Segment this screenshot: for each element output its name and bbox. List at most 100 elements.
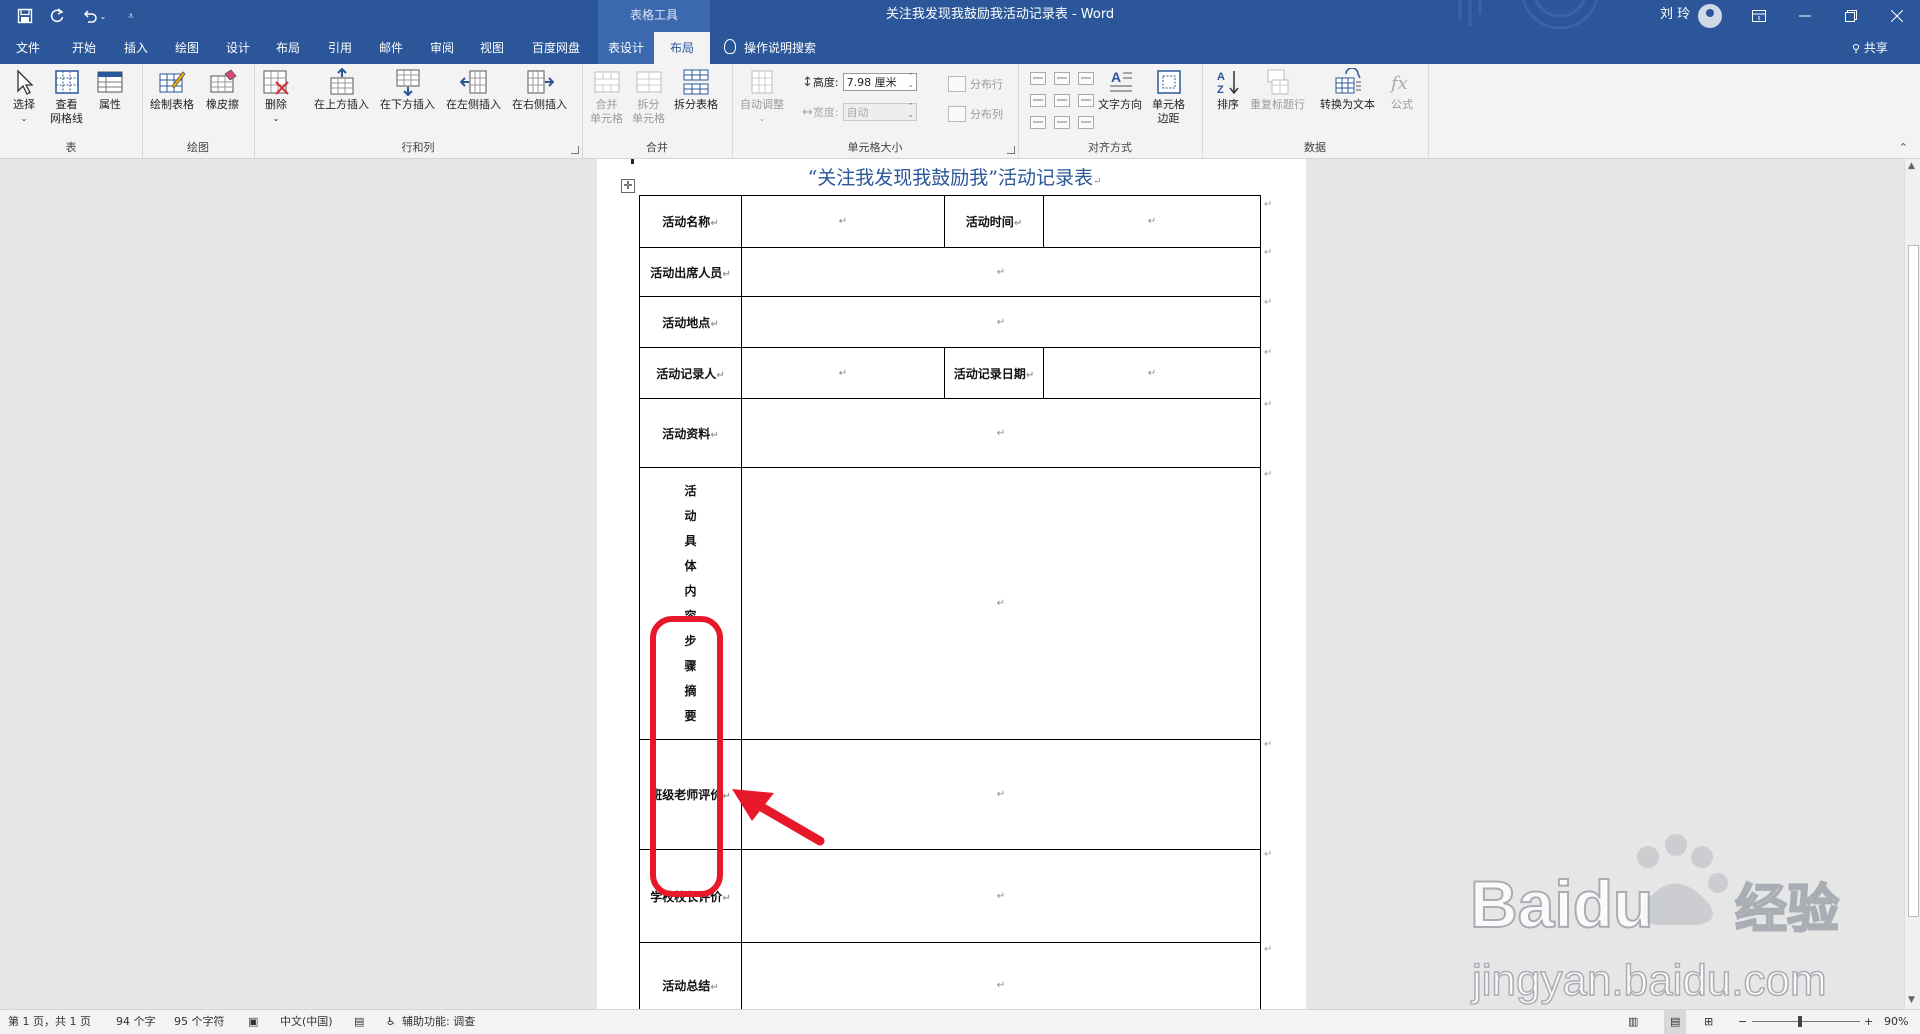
tab-insert[interactable]: 插入 [116, 32, 156, 64]
page-count[interactable]: 第 1 页，共 1 页 [8, 1010, 91, 1034]
restore-icon[interactable] [1828, 0, 1874, 32]
table-cell-label[interactable]: 活动记录人↵ [639, 347, 742, 399]
table-cell-value[interactable]: ↵ [741, 195, 945, 248]
rows-columns-dialog-launcher[interactable] [571, 146, 579, 154]
char-count[interactable]: 95 个字符 [174, 1010, 225, 1034]
table-cell-label[interactable]: 活动名称↵ [639, 195, 742, 248]
align-bottom-center-icon[interactable] [1054, 116, 1070, 129]
macro-icon[interactable]: ▤ [354, 1010, 364, 1034]
scroll-up-icon[interactable]: ▲ [1908, 161, 1915, 171]
eraser-button[interactable]: 橡皮擦 [206, 68, 239, 112]
delete-button[interactable]: 删除 ⌄ [262, 68, 290, 126]
insert-left-button[interactable]: 在左侧插入 [446, 68, 501, 112]
close-icon[interactable] [1874, 0, 1920, 32]
tab-table-design[interactable]: 表设计 [598, 32, 654, 64]
user-name[interactable]: 刘 玲 [1660, 0, 1690, 30]
zoom-slider-thumb[interactable] [1798, 1016, 1802, 1027]
print-layout-icon[interactable]: ▤ [1664, 1010, 1687, 1034]
customize-qat-icon[interactable]: ⩡ [120, 5, 142, 27]
tab-home[interactable]: 开始 [64, 32, 104, 64]
tab-baidu-netdisk[interactable]: 百度网盘 [524, 32, 588, 64]
align-bottom-right-icon[interactable] [1078, 116, 1094, 129]
table-cell-value[interactable]: ↵ [741, 347, 945, 399]
table-cell-value[interactable]: ↵ [741, 467, 1261, 740]
align-center-icon[interactable] [1054, 94, 1070, 107]
save-icon[interactable] [14, 5, 36, 27]
tell-me-search[interactable]: 操作说明搜索 [724, 32, 816, 64]
vertical-scrollbar[interactable]: ▲ ▼ [1904, 159, 1920, 1009]
tab-references[interactable]: 引用 [320, 32, 360, 64]
insert-below-button[interactable]: 在下方插入 [380, 68, 435, 112]
tab-file[interactable]: 文件 [8, 32, 48, 64]
merge-cells-button[interactable]: 合并 单元格 [590, 68, 623, 126]
table-cell-label[interactable]: 活动记录日期↵ [944, 347, 1044, 399]
undo-icon[interactable]: ⌄ [78, 5, 110, 27]
tab-mailings[interactable]: 邮件 [371, 32, 411, 64]
read-mode-icon[interactable]: ▥ [1628, 1010, 1638, 1034]
align-center-right-icon[interactable] [1078, 94, 1094, 107]
redo-icon[interactable] [46, 5, 68, 27]
insert-right-button[interactable]: 在右侧插入 [512, 68, 567, 112]
share-button[interactable]: ⚲ 共享 [1852, 32, 1888, 65]
document-heading[interactable]: “关注我发现我鼓励我”活动记录表↵ [600, 163, 1309, 190]
avatar[interactable] [1698, 4, 1722, 28]
split-table-button[interactable]: 拆分表格 [674, 68, 718, 112]
tab-design[interactable]: 设计 [218, 32, 258, 64]
tab-table-layout[interactable]: 布局 [654, 32, 710, 64]
row-height-input[interactable]: 7.98 厘米 [842, 72, 917, 91]
table-cell-value[interactable]: ↵ [741, 942, 1261, 1009]
accessibility-status[interactable]: 辅助功能: 调查 [402, 1010, 475, 1034]
cell-size-dialog-launcher[interactable] [1007, 146, 1015, 154]
zoom-level[interactable]: 90% [1884, 1010, 1908, 1034]
table-cell-value[interactable]: ↵ [1043, 195, 1261, 248]
formula-button[interactable]: fx 公式 [1388, 68, 1416, 112]
web-layout-icon[interactable]: ⊞ [1704, 1010, 1713, 1034]
minimize-icon[interactable] [1782, 0, 1828, 32]
table-cell-label[interactable]: 活动出席人员↵ [639, 247, 742, 297]
table-cell-value[interactable]: ↵ [741, 296, 1261, 348]
table-cell-value[interactable]: ↵ [1043, 347, 1261, 399]
repeat-header-rows-button[interactable]: 重复标题行 [1250, 68, 1305, 112]
zoom-out-icon[interactable]: − [1738, 1010, 1747, 1034]
convert-to-text-button[interactable]: 转换为文本 [1320, 68, 1375, 112]
align-bottom-left-icon[interactable] [1030, 116, 1046, 129]
collapse-ribbon-icon[interactable]: ⌃ [1899, 141, 1908, 154]
draw-table-button[interactable]: 绘制表格 [150, 68, 194, 112]
language[interactable]: 中文(中国) [280, 1010, 333, 1034]
tab-draw[interactable]: 绘图 [167, 32, 207, 64]
row-height-spinner[interactable]: ↕ 高度: 7.98 厘米 [802, 72, 917, 92]
table-cell-label[interactable]: 活动地点↵ [639, 296, 742, 348]
accessibility-icon[interactable]: ♿ [386, 1010, 396, 1034]
text-direction-button[interactable]: A 文字方向 [1098, 68, 1142, 112]
view-gridlines-button[interactable]: 查看 网格线 [50, 68, 83, 126]
table-cell-value[interactable]: ↵ [741, 849, 1261, 943]
cell-margins-button[interactable]: 单元格 边距 [1152, 68, 1185, 126]
properties-button[interactable]: 属性 [96, 68, 124, 112]
ribbon-display-options-icon[interactable] [1736, 0, 1782, 32]
tab-layout[interactable]: 布局 [268, 32, 308, 64]
column-width-input[interactable]: 自动 [842, 102, 917, 121]
align-top-center-icon[interactable] [1054, 72, 1070, 85]
table-cell-value[interactable]: ↵ [741, 398, 1261, 468]
align-top-right-icon[interactable] [1078, 72, 1094, 85]
autofit-button[interactable]: 自动调整 ⌄ [740, 68, 784, 126]
zoom-in-icon[interactable]: + [1864, 1010, 1873, 1034]
tab-review[interactable]: 审阅 [422, 32, 462, 64]
distribute-columns-button[interactable]: 分布列 [948, 106, 1003, 122]
align-top-left-icon[interactable] [1030, 72, 1046, 85]
align-center-left-icon[interactable] [1030, 94, 1046, 107]
sort-button[interactable]: AZ 排序 [1214, 68, 1242, 112]
split-cells-button[interactable]: 拆分 单元格 [632, 68, 665, 126]
activity-record-table[interactable]: 活动名称↵ ↵ 活动时间↵ ↵ 活动出席人员↵ ↵ 活动地点↵ ↵ 活动记录人↵… [639, 195, 1261, 1009]
select-button[interactable]: 选择 ⌄ [10, 68, 38, 126]
distribute-rows-button[interactable]: 分布行 [948, 76, 1003, 92]
insert-above-button[interactable]: 在上方插入 [314, 68, 369, 112]
column-width-spinner[interactable]: ↔ 宽度: 自动 [802, 102, 917, 122]
tab-view[interactable]: 视图 [472, 32, 512, 64]
scroll-down-icon[interactable]: ▼ [1908, 995, 1915, 1005]
zoom-slider[interactable] [1752, 1021, 1860, 1022]
table-cell-label[interactable]: 活动时间↵ [944, 195, 1044, 248]
word-count[interactable]: 94 个字 [116, 1010, 156, 1034]
proofing-icon[interactable]: ▣ [248, 1010, 258, 1034]
scrollbar-thumb[interactable] [1908, 245, 1919, 917]
